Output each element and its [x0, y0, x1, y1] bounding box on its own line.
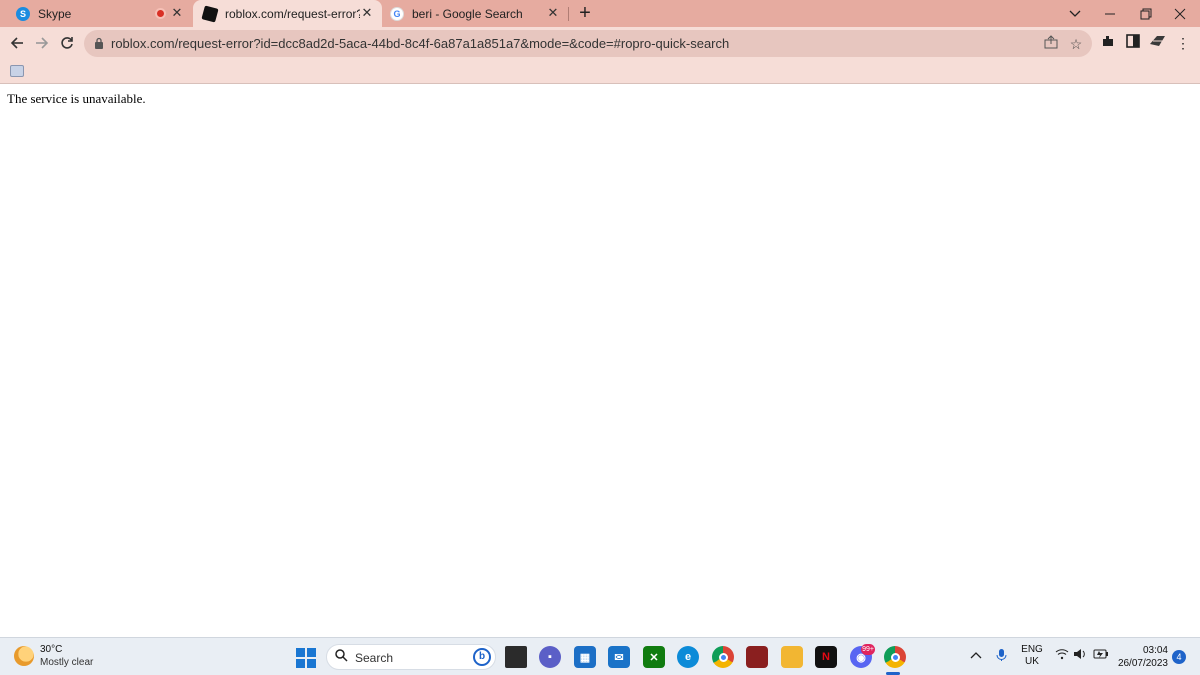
edge-icon[interactable]: e	[677, 646, 699, 668]
close-window-icon	[1174, 8, 1186, 19]
language-region: UK	[1025, 656, 1039, 667]
chrome-icon[interactable]	[712, 646, 734, 668]
close-icon[interactable]: ✕	[360, 6, 374, 20]
arrow-right-icon	[36, 37, 49, 49]
tab-title: Skype	[38, 6, 72, 21]
url-text[interactable]: roblox.com/request-error?id=dcc8ad2d-5ac…	[111, 36, 729, 51]
close-window-button[interactable]	[1160, 0, 1200, 27]
volume-icon[interactable]	[1073, 648, 1087, 663]
arrow-left-icon	[10, 37, 23, 49]
weather-icon[interactable]	[14, 646, 34, 666]
new-tab-button[interactable]: +	[574, 3, 596, 25]
address-bar[interactable]: roblox.com/request-error?id=dcc8ad2d-5ac…	[84, 30, 1092, 57]
clock-date: 26/07/2023	[1117, 658, 1168, 669]
minimize-button[interactable]	[1090, 0, 1130, 27]
windows-taskbar: 30°C Mostly clear Search b ▪ ▦ ✉ ✕ e N ◉…	[0, 637, 1200, 675]
search-icon	[335, 649, 348, 665]
tab-skype[interactable]: S Skype ✕	[8, 0, 192, 27]
discord-badge: 99+	[861, 644, 875, 655]
tab-separator	[568, 7, 569, 21]
netflix-icon[interactable]: N	[815, 646, 837, 668]
reload-icon	[61, 37, 73, 49]
bookmark-star-icon[interactable]: ☆	[1067, 35, 1085, 53]
tab-google-search[interactable]: G beri - Google Search ✕	[382, 0, 568, 27]
bookmarks-bar	[0, 59, 1200, 84]
reload-button[interactable]	[55, 31, 79, 55]
tab-title: beri - Google Search	[412, 6, 523, 21]
notification-badge[interactable]: 4	[1172, 650, 1186, 664]
back-button[interactable]	[5, 31, 29, 55]
microphone-icon[interactable]	[996, 648, 1008, 665]
error-message: The service is unavailable.	[7, 91, 146, 106]
search-placeholder: Search	[355, 651, 394, 665]
tab-title: roblox.com/request-error?id=dcc	[225, 6, 360, 21]
close-icon[interactable]: ✕	[546, 6, 560, 20]
bing-icon[interactable]: b	[473, 648, 491, 666]
language-code: ENG	[1021, 644, 1043, 655]
wifi-icon[interactable]	[1055, 648, 1069, 663]
restore-icon	[1140, 8, 1152, 19]
mail-icon[interactable]: ✉	[608, 646, 630, 668]
google-icon: G	[390, 6, 404, 21]
teams-chat-icon[interactable]: ▪	[539, 646, 561, 668]
file-explorer-icon[interactable]	[781, 646, 803, 668]
roblox-studio-icon[interactable]	[746, 646, 768, 668]
weather-description[interactable]: Mostly clear	[40, 657, 93, 668]
task-view-icon[interactable]	[505, 646, 527, 668]
forward-button[interactable]	[30, 31, 54, 55]
menu-kebab-icon[interactable]: ⋮	[1172, 32, 1194, 54]
side-panel-icon[interactable]	[1122, 32, 1144, 54]
browser-toolbar: roblox.com/request-error?id=dcc8ad2d-5ac…	[0, 27, 1200, 59]
close-icon[interactable]: ✕	[170, 6, 184, 20]
xbox-icon[interactable]: ✕	[643, 646, 665, 668]
minimize-icon	[1105, 13, 1115, 14]
battery-icon[interactable]	[1093, 648, 1109, 663]
chrome-active-icon[interactable]	[884, 646, 906, 668]
profile-extension-icon[interactable]	[1147, 32, 1169, 54]
lock-icon	[95, 37, 103, 49]
skype-icon: S	[16, 6, 30, 21]
tab-strip: S Skype ✕ roblox.com/request-error?id=dc…	[0, 0, 1200, 27]
system-clock[interactable]: 03:04 26/07/2023	[1112, 644, 1168, 670]
show-hidden-icons-chevron-up-icon[interactable]	[970, 648, 982, 662]
tab-search-button[interactable]	[1055, 0, 1095, 27]
extensions-icon[interactable]	[1097, 32, 1119, 54]
share-icon[interactable]	[1042, 35, 1060, 53]
recording-icon	[155, 8, 166, 19]
start-button[interactable]	[296, 648, 316, 668]
microsoft-store-icon[interactable]: ▦	[574, 646, 596, 668]
taskbar-search[interactable]: Search b	[326, 644, 496, 670]
clock-time: 03:04	[1142, 645, 1168, 656]
tab-roblox[interactable]: roblox.com/request-error?id=dcc ✕	[193, 0, 382, 27]
language-indicator[interactable]: ENG UK	[1020, 644, 1044, 668]
weather-temperature[interactable]: 30°C	[40, 644, 62, 655]
chevron-down-icon	[1069, 10, 1081, 17]
roblox-icon	[201, 4, 219, 23]
bookmark-folder-icon[interactable]	[10, 65, 24, 77]
